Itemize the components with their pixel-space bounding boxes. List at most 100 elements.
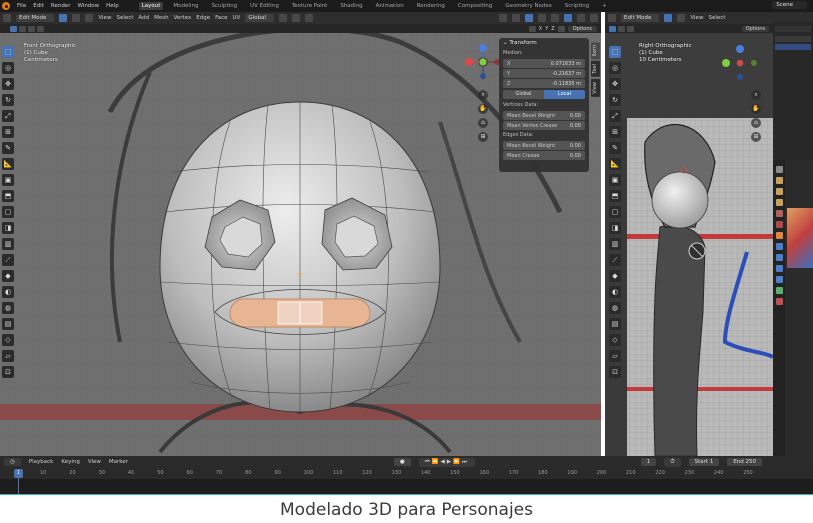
blender-logo-icon[interactable] — [2, 2, 10, 10]
side-edge-slide-tool-icon[interactable]: ▤ — [609, 318, 621, 330]
jump-end-icon[interactable]: ⏭ — [462, 459, 469, 465]
menu-face[interactable]: Face — [215, 15, 227, 21]
side-edge-select-icon[interactable] — [677, 14, 686, 22]
annotate-tool-icon[interactable]: ✎ — [2, 142, 14, 154]
jump-start-icon[interactable]: ⏮ — [425, 459, 432, 465]
side-smooth-tool-icon[interactable]: ◍ — [609, 302, 621, 314]
timeline-track-area[interactable] — [0, 479, 813, 494]
menu-file[interactable]: File — [17, 3, 26, 9]
vertex-select-icon[interactable] — [59, 14, 68, 22]
side-bevel-tool-icon[interactable]: ◨ — [609, 222, 621, 234]
prev-key-icon[interactable]: ⏪ — [432, 459, 441, 465]
pan-view-icon[interactable]: ✋ — [478, 104, 488, 114]
face-select-icon[interactable] — [85, 14, 94, 22]
transform-orientation-dropdown[interactable]: Global — [245, 14, 274, 22]
median-y-field[interactable]: Y -0.21637 m — [503, 69, 585, 78]
menu-render[interactable]: Render — [51, 3, 71, 9]
outliner-row[interactable] — [775, 26, 811, 32]
menu-uv[interactable]: UV — [233, 15, 241, 21]
side-inset-tool-icon[interactable]: ▢ — [609, 206, 621, 218]
tab-item[interactable]: Item — [591, 42, 600, 60]
side-mode-dropdown[interactable]: Edit Mode — [621, 14, 660, 22]
median-z-field[interactable]: Z -0.11835 m — [503, 79, 585, 88]
material-properties-icon[interactable] — [775, 298, 783, 305]
tool-properties-icon[interactable] — [775, 166, 783, 173]
zoom-view-icon[interactable]: ⌕ — [478, 90, 488, 100]
scene-selector[interactable]: Scene — [772, 1, 807, 9]
menu-select[interactable]: Select — [116, 15, 133, 21]
workspace-tab-sculpting[interactable]: Sculpting — [208, 2, 240, 10]
proportional-edit-icon[interactable] — [304, 14, 313, 22]
xray-toggle-icon[interactable] — [538, 14, 546, 22]
world-properties-icon[interactable] — [775, 221, 783, 228]
workspace-tab-rendering[interactable]: Rendering — [414, 2, 448, 10]
front-viewport[interactable]: Edit Mode View Select Add Mesh Vertex Ed… — [0, 12, 601, 456]
extrude-tool-icon[interactable]: ⬒ — [2, 190, 14, 202]
bevel-tool-icon[interactable]: ◨ — [2, 222, 14, 234]
add-cube-tool-icon[interactable]: ▣ — [2, 174, 14, 186]
side-rip-tool-icon[interactable]: ⊡ — [609, 366, 621, 378]
next-key-icon[interactable]: ⏩ — [453, 459, 462, 465]
side-annotate-tool-icon[interactable]: ✎ — [609, 142, 621, 154]
move-tool-icon[interactable]: ✥ — [2, 78, 14, 90]
side-select-mode-icon[interactable] — [609, 25, 616, 32]
side-select-tool-icon[interactable]: ⬚ — [609, 46, 621, 58]
visibility-icon[interactable] — [499, 14, 507, 22]
select-extend-icon[interactable] — [19, 25, 26, 32]
end-frame-field[interactable]: End 250 — [727, 458, 763, 466]
mean-bevel-weight-edge-field[interactable]: Mean Bevel Weight 0.00 — [503, 141, 585, 150]
modifier-properties-icon[interactable] — [775, 243, 783, 250]
smooth-tool-icon[interactable]: ◍ — [2, 302, 14, 314]
side-scale-tool-icon[interactable]: ⤢ — [609, 110, 621, 122]
playhead-line[interactable] — [18, 478, 19, 494]
edge-slide-tool-icon[interactable]: ▤ — [2, 318, 14, 330]
shear-tool-icon[interactable]: ▱ — [2, 350, 14, 362]
add-workspace-button[interactable]: + — [599, 2, 610, 10]
side-cursor-tool-icon[interactable]: ◎ — [609, 62, 621, 74]
snap-icon[interactable] — [291, 14, 300, 22]
menu-view[interactable]: View — [98, 15, 111, 21]
pivot-icon[interactable] — [278, 14, 287, 22]
inset-tool-icon[interactable]: ▢ — [2, 206, 14, 218]
side-shear-tool-icon[interactable]: ▱ — [609, 350, 621, 362]
timeline-editor[interactable]: ◷ Playback Keying View Marker ● ⏮⏪◀▶⏩⏭ 1… — [0, 456, 813, 494]
overlay-toggle-icon[interactable] — [525, 14, 533, 22]
side-extrude-tool-icon[interactable]: ⬒ — [609, 190, 621, 202]
timeline-view-menu[interactable]: View — [88, 459, 101, 465]
side-menu-select[interactable]: Select — [708, 15, 725, 21]
side-zoom-view-icon[interactable]: ⌕ — [751, 90, 761, 100]
workspace-tab-layout[interactable]: Layout — [138, 2, 164, 10]
constraint-properties-icon[interactable] — [775, 276, 783, 283]
loop-cut-tool-icon[interactable]: ▥ — [2, 238, 14, 250]
camera-view-icon[interactable]: ⌂ — [478, 118, 488, 128]
render-properties-icon[interactable] — [775, 177, 783, 184]
rotate-tool-icon[interactable]: ↻ — [2, 94, 14, 106]
view-layer-properties-icon[interactable] — [775, 199, 783, 206]
mean-vertex-crease-field[interactable]: Mean Vertex Crease 0.00 — [503, 121, 585, 130]
playhead-frame-indicator[interactable]: 1 — [14, 469, 23, 478]
tab-tool[interactable]: Tool — [591, 61, 600, 78]
current-frame-field[interactable]: 1 — [640, 458, 657, 466]
menu-window[interactable]: Window — [77, 3, 99, 9]
menu-edge[interactable]: Edge — [196, 15, 210, 21]
global-button[interactable]: Global — [503, 90, 544, 99]
preview-range-icon[interactable]: ⏱ — [664, 457, 681, 467]
mean-bevel-weight-vertex-field[interactable]: Mean Bevel Weight 0.00 — [503, 111, 585, 120]
scene-properties-icon[interactable] — [775, 210, 783, 217]
timeline-ruler[interactable]: 10 20 30 40 50 60 70 80 90 100 110 120 130 140 150 160 1… — [0, 468, 813, 479]
median-x-field[interactable]: X 0.071633 m — [503, 59, 585, 68]
playback-menu[interactable]: Playback — [29, 459, 54, 465]
object-properties-icon[interactable] — [775, 232, 783, 239]
workspace-tab-modeling[interactable]: Modeling — [170, 2, 201, 10]
workspace-tab-shading[interactable]: Shading — [337, 2, 365, 10]
shrink-fatten-tool-icon[interactable]: ◇ — [2, 334, 14, 346]
side-loop-cut-tool-icon[interactable]: ▥ — [609, 238, 621, 250]
select-mode-icon[interactable] — [10, 25, 17, 32]
mirror-axis-x[interactable]: X — [539, 26, 542, 32]
side-camera-view-icon[interactable]: ⌂ — [751, 118, 761, 128]
options-dropdown[interactable]: Options — [567, 25, 597, 32]
solid-shading-icon[interactable] — [564, 14, 572, 22]
side-move-tool-icon[interactable]: ✥ — [609, 78, 621, 90]
transform-panel-title[interactable]: ⌄ Transform — [499, 38, 589, 49]
physics-properties-icon[interactable] — [775, 265, 783, 272]
